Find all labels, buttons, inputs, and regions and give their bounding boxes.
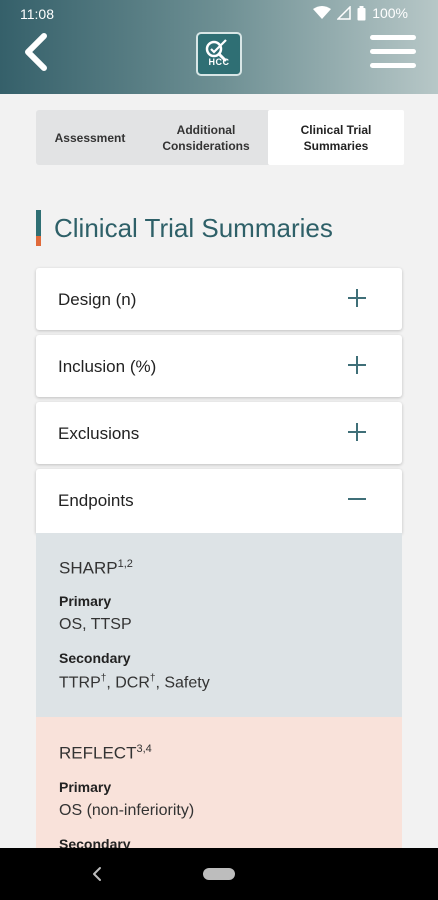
accordion-label: Inclusion (%): [58, 357, 157, 376]
heading-accent-bar: [36, 210, 41, 246]
primary-value: OS (non-inferiority): [59, 802, 195, 819]
primary-label: Primary: [59, 779, 112, 795]
menu-button[interactable]: [370, 35, 416, 69]
logo-text: HCC: [208, 57, 230, 67]
primary-label: Primary: [59, 593, 112, 609]
trial-name: REFLECT3,4: [59, 743, 152, 763]
back-button[interactable]: [20, 32, 54, 72]
primary-value: OS, TTSP: [59, 616, 132, 633]
accordion-inclusion[interactable]: Inclusion (%): [36, 335, 402, 397]
minus-icon[interactable]: [348, 490, 366, 508]
tab-assessment[interactable]: Assessment: [36, 110, 144, 165]
hamburger-line: [370, 49, 416, 54]
tab-clinical-trial-summaries[interactable]: Clinical Trial Summaries: [268, 110, 404, 165]
nav-back-icon[interactable]: [90, 865, 104, 883]
home-pill[interactable]: [203, 868, 235, 880]
hamburger-line: [370, 35, 416, 40]
section-heading: Clinical Trial Summaries: [36, 210, 333, 246]
battery-level: 100%: [372, 5, 408, 21]
system-nav-bar: [0, 848, 438, 900]
signal-icon: [337, 6, 351, 20]
plus-icon[interactable]: [348, 289, 366, 307]
accordion-exclusions[interactable]: Exclusions: [36, 402, 402, 464]
accordion-design[interactable]: Design (n): [36, 268, 402, 330]
tab-additional-considerations[interactable]: Additional Considerations: [144, 110, 268, 165]
status-time: 11:08: [20, 6, 54, 22]
accordion-label: Design (n): [58, 290, 137, 309]
app-bar: 11:08 100% HCC: [0, 0, 438, 94]
secondary-label: Secondary: [59, 650, 131, 666]
hamburger-line: [370, 63, 416, 68]
plus-icon[interactable]: [348, 423, 366, 441]
accordion-endpoints[interactable]: Endpoints: [36, 469, 402, 533]
wifi-icon: [313, 6, 332, 20]
battery-icon: [357, 5, 366, 21]
chevron-left-icon: [25, 33, 47, 71]
status-bar: 11:08 100%: [0, 0, 438, 28]
page-title: Clinical Trial Summaries: [54, 212, 333, 243]
accordion-label: Exclusions: [58, 424, 140, 443]
trial-name: SHARP1,2: [59, 558, 133, 578]
app-logo: HCC: [196, 32, 242, 76]
secondary-value: TTRP†, DCR†, Safety: [59, 673, 210, 692]
plus-icon[interactable]: [348, 356, 366, 374]
endpoint-card-reflect: REFLECT3,4 Primary OS (non-inferiority) …: [36, 717, 402, 852]
endpoint-card-sharp: SHARP1,2 Primary OS, TTSP Secondary TTRP…: [36, 533, 402, 717]
accordion-label: Endpoints: [58, 491, 134, 510]
tab-bar: Assessment Additional Considerations Cli…: [36, 110, 404, 165]
